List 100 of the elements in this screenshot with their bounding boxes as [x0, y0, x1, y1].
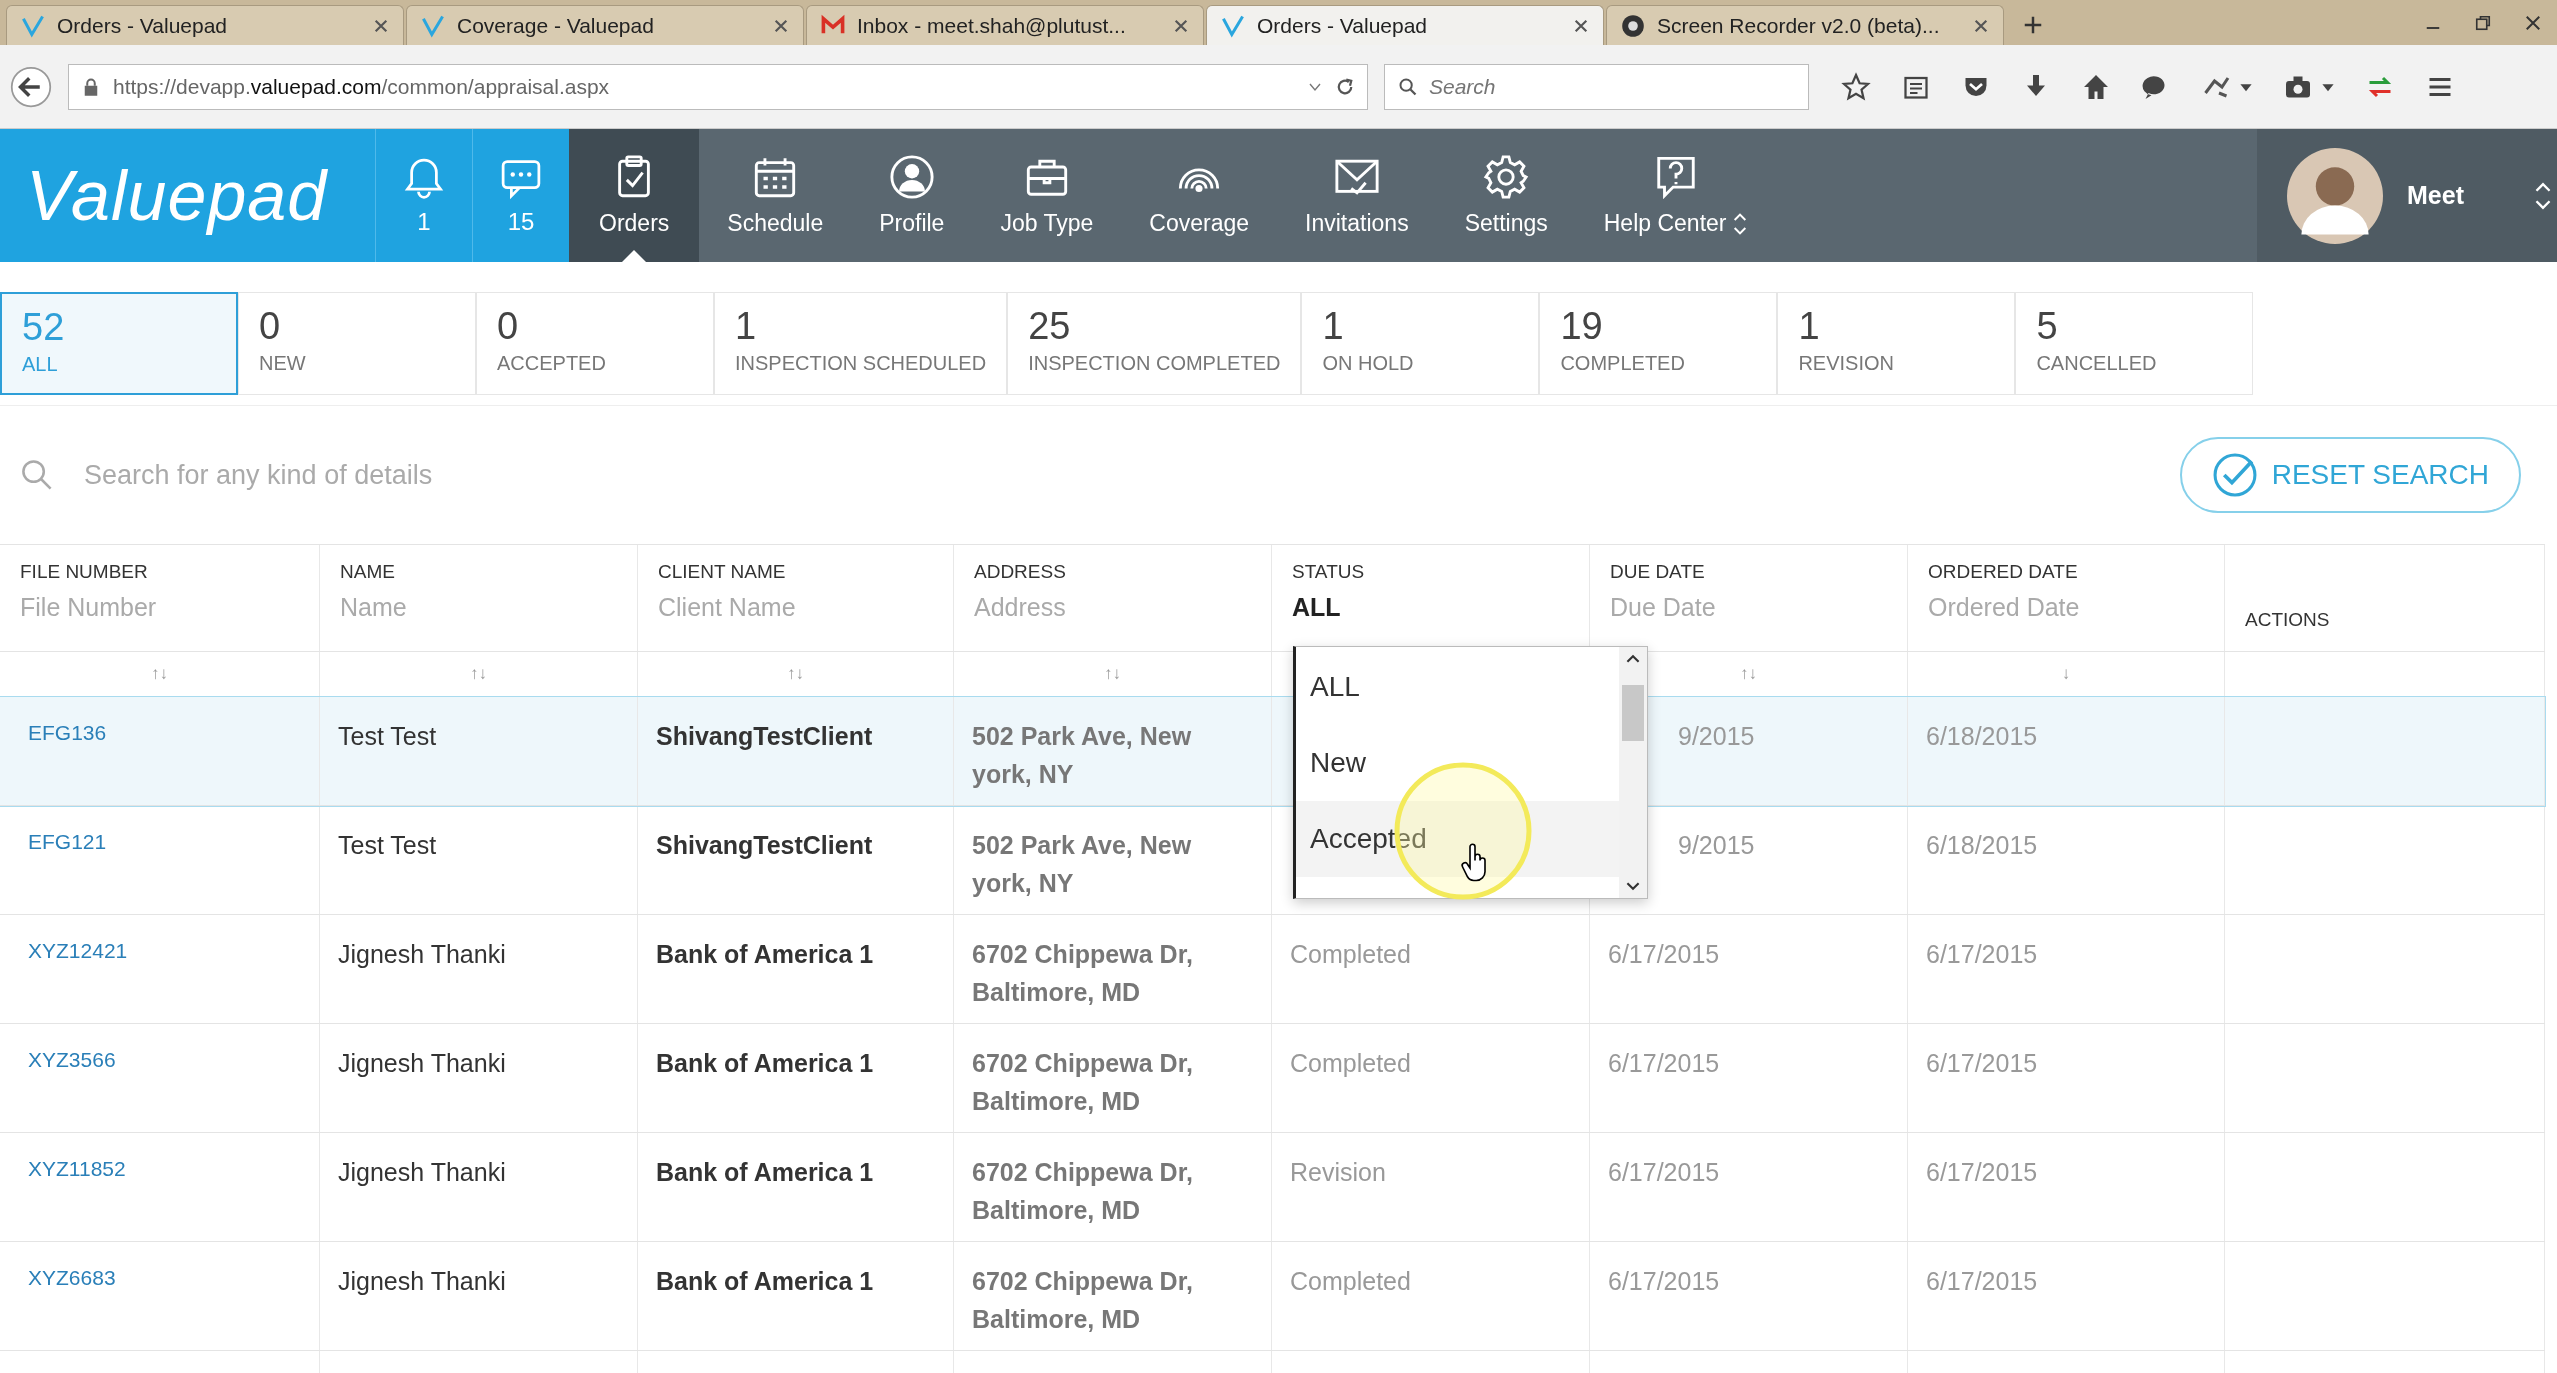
column-header: ORDERED DATE: [1928, 561, 2079, 583]
table-row[interactable]: XYZ11852 Jignesh Thanki Bank of America 1 6702 Chippewa Dr, Baltimore, MD Revision 6/17/2015 6/17/2015: [0, 1133, 2545, 1242]
table-cell-text: 6/18/2015: [1926, 721, 2038, 752]
table-cell-text: Test Test: [338, 830, 437, 861]
close-icon[interactable]: [1173, 17, 1189, 34]
table-cell-text: Bank of America 1: [656, 1157, 874, 1188]
status-tab[interactable]: 0 NEW: [238, 292, 476, 395]
status-tab[interactable]: 0 ACCEPTED: [476, 292, 714, 395]
table-cell-text: Test Test: [338, 721, 437, 752]
table-row[interactable]: XYZ6683 Jignesh Thanki Bank of America 1 6702 Chippewa Dr, Baltimore, MD Completed 6/17/2015 6/17/2015: [0, 1242, 2545, 1351]
search-icon: [1398, 76, 1418, 97]
table-cell-text: 6702 Chippewa Dr, Baltimore, MD: [972, 1266, 1194, 1335]
column-header: STATUS: [1292, 561, 1366, 583]
table-cell-text: Jignesh Thanki: [338, 1157, 506, 1188]
v-logo-icon: [21, 13, 45, 38]
status-tab[interactable]: 5 CANCELLED: [2015, 292, 2254, 395]
table-cell-text: 9/2015: [1678, 721, 1755, 752]
person-icon: [888, 154, 935, 200]
pointer-icon: [622, 250, 647, 262]
tab-title: Orders - Valuepad: [1257, 13, 1429, 38]
table-cell-text: Jignesh Thanki: [338, 1266, 506, 1297]
url-text: https://devapp.valuepad.com/common/appraisal.aspx: [113, 74, 610, 99]
tab-title: Orders - Valuepad: [57, 13, 229, 38]
close-icon[interactable]: [1973, 17, 1989, 34]
browser-tab[interactable]: Inbox - meet.shah@plutust...: [806, 5, 1204, 45]
v-logo-icon: [1221, 13, 1245, 38]
file-number-link[interactable]: XYZ6683: [28, 1266, 116, 1289]
user-menu[interactable]: Meet: [2257, 129, 2557, 262]
status-tab[interactable]: 1 INSPECTION SCHEDULED: [714, 292, 1008, 395]
check-circle-icon: [2211, 452, 2258, 498]
address-bar[interactable]: https://devapp.valuepad.com/common/appraisal.aspx: [68, 63, 1368, 110]
file-number-link[interactable]: EFG121: [28, 830, 107, 853]
table-cell-text: 6702 Chippewa Dr, Baltimore, MD: [972, 1048, 1194, 1117]
table-cell-text: Revision: [1290, 1157, 1386, 1188]
table-cell-text: 6702 Chippewa Dr, Baltimore, MD: [972, 939, 1194, 1008]
column-header: FILE NUMBER: [20, 561, 149, 583]
search-icon: [20, 458, 54, 492]
browser-tab[interactable]: Orders - Valuepad: [1206, 5, 1604, 45]
browser-tab[interactable]: Screen Recorder v2.0 (beta)...: [1606, 5, 2004, 45]
nav-item[interactable]: Schedule: [699, 129, 852, 262]
table-cell-text: Completed: [1290, 939, 1411, 970]
nav-item[interactable]: Help Center: [1575, 129, 1777, 262]
file-number-link[interactable]: XYZ11852: [28, 1157, 126, 1180]
nav-item[interactable]: Invitations: [1277, 129, 1437, 262]
column-header: ACTIONS: [2245, 609, 2331, 631]
file-number-link[interactable]: XYZ3566: [28, 1048, 116, 1071]
table-cell-text: 6/17/2015: [1926, 1157, 2038, 1188]
scroll-thumb[interactable]: [1622, 685, 1644, 741]
column-header: NAME: [340, 561, 396, 583]
status-tab[interactable]: 1 REVISION: [1777, 292, 2016, 395]
scrollbar[interactable]: [1619, 647, 1647, 898]
search-field[interactable]: Search: [1384, 63, 1809, 110]
tab-title: Inbox - meet.shah@plutust...: [857, 13, 1127, 38]
browser-tab[interactable]: Orders - Valuepad: [6, 5, 404, 45]
nav-item[interactable]: Settings: [1436, 129, 1576, 262]
browser-tab[interactable]: Coverage - Valuepad: [406, 5, 804, 45]
table-cell-text: 6/17/2015: [1608, 1048, 1720, 1079]
nav-item[interactable]: Job Type: [972, 129, 1122, 262]
table-cell-text: Bank of America 1: [656, 939, 874, 970]
new-tab-icon[interactable]: [2022, 14, 2044, 36]
avatar-icon: [2287, 147, 2383, 244]
table-row[interactable]: XYZ12421 Jignesh Thanki Bank of America 1 6702 Chippewa Dr, Baltimore, MD Completed 6/17/2015 6/17/2015: [0, 915, 2545, 1024]
table-cell-text: 502 Park Ave, New york, NY: [972, 721, 1193, 790]
table-row[interactable]: XYZ3566 Jignesh Thanki Bank of America 1 6702 Chippewa Dr, Baltimore, MD Completed 6/17/2015 6/17/2015: [0, 1024, 2545, 1133]
reload-icon[interactable]: [1335, 76, 1355, 97]
back-icon[interactable]: [10, 65, 52, 108]
status-tab[interactable]: 19 COMPLETED: [1539, 292, 1778, 395]
close-icon[interactable]: [1573, 17, 1589, 34]
recorder-icon: [1621, 13, 1645, 38]
status-filter[interactable]: ALL: [1292, 593, 1569, 622]
table-cell-text: 6/17/2015: [1926, 1048, 2038, 1079]
table-cell-text: 9/2015: [1678, 830, 1755, 861]
table-cell-text: 6/18/2015: [1926, 830, 2038, 861]
table-cell-text: ShivangTestClient: [656, 830, 873, 861]
file-number-link[interactable]: XYZ12421: [28, 939, 128, 962]
table-cell-text: Completed: [1290, 1048, 1411, 1079]
status-tab[interactable]: 25 INSPECTION COMPLETED: [1007, 292, 1302, 395]
nav-item[interactable]: Orders: [569, 129, 700, 262]
close-icon[interactable]: [373, 17, 389, 34]
tab-title: Coverage - Valuepad: [457, 13, 655, 38]
star-icon[interactable]: [1841, 71, 1871, 102]
table-cell-text: 6/17/2015: [1926, 939, 2038, 970]
file-number-link[interactable]: EFG136: [28, 721, 107, 744]
v-logo-icon: [421, 13, 445, 38]
gear-icon: [1483, 154, 1530, 200]
column-header: DUE DATE: [1610, 561, 1706, 583]
table-cell-text: Completed: [1290, 1266, 1411, 1297]
nav-item[interactable]: Coverage: [1121, 129, 1278, 262]
table-cell-text: ShivangTestClient: [656, 721, 873, 752]
dropdown-option[interactable]: New: [1296, 725, 1619, 801]
close-icon[interactable]: [773, 17, 789, 34]
table-cell-text: Jignesh Thanki: [338, 939, 506, 970]
nav-item[interactable]: Profile: [851, 129, 973, 262]
column-header: CLIENT NAME: [658, 561, 787, 583]
table-cell-text: 6/17/2015: [1608, 1266, 1720, 1297]
status-tab[interactable]: 1 ON HOLD: [1301, 292, 1540, 395]
scroll-down-icon[interactable]: [1626, 880, 1640, 892]
table-cell-text: Jignesh Thanki: [338, 1048, 506, 1079]
table-cell-text: 6/17/2015: [1926, 1266, 2038, 1297]
scroll-up-icon[interactable]: [1626, 653, 1640, 665]
